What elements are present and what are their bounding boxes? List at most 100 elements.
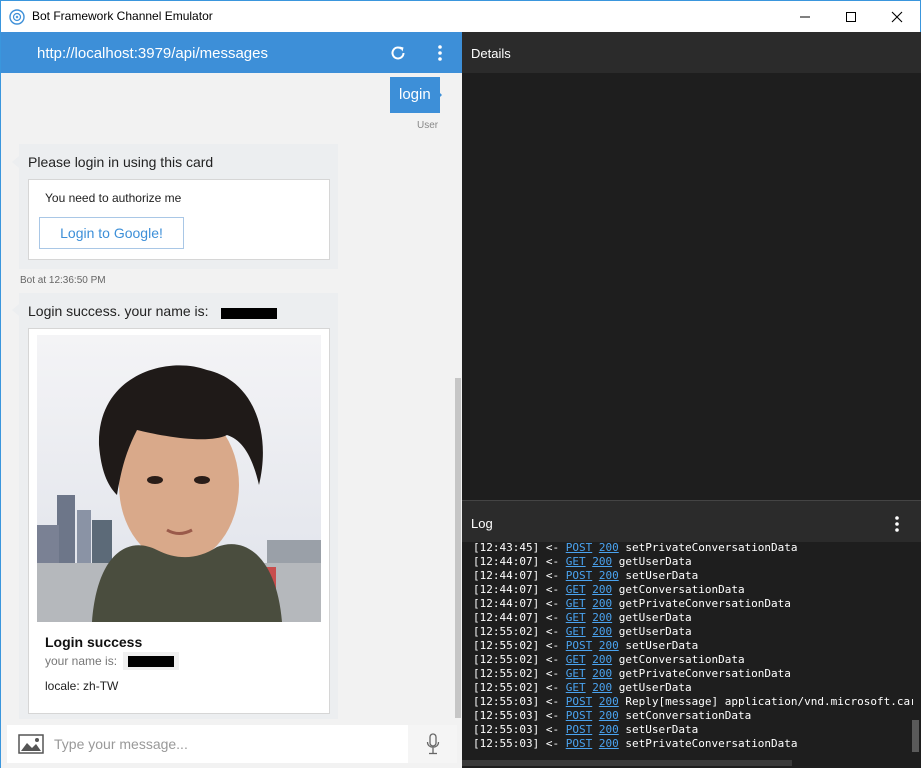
log-direction: <- <box>539 625 566 638</box>
log-text: setConversationData <box>625 709 752 722</box>
bot-message-bubble[interactable]: Login success. your name is: Login succe… <box>19 293 338 723</box>
log-method-link[interactable]: POST <box>566 639 593 652</box>
log-status-link[interactable]: 200 <box>599 737 619 750</box>
log-direction: <- <box>539 737 566 750</box>
log-method-link[interactable]: POST <box>566 569 593 582</box>
log-entry: [12:44:07] <- GET 200 getConversationDat… <box>473 583 913 597</box>
log-time: [12:55:03] <box>473 695 540 708</box>
profile-photo <box>37 335 321 622</box>
log-status-link[interactable]: 200 <box>599 723 619 736</box>
message-input-bar <box>1 719 462 768</box>
log-method-link[interactable]: GET <box>566 653 586 666</box>
log-status-link[interactable]: 200 <box>592 555 612 568</box>
log-direction: <- <box>539 653 566 666</box>
log-status-link[interactable]: 200 <box>592 681 612 694</box>
log-text: getConversationData <box>618 653 745 666</box>
log-entry: [12:44:07] <- GET 200 getUserData <box>473 555 913 569</box>
log-time: [12:44:07] <box>473 597 540 610</box>
log-time: [12:44:07] <box>473 583 540 596</box>
log-entry: [12:44:07] <- GET 200 getUserData <box>473 611 913 625</box>
maximize-button[interactable] <box>828 1 874 32</box>
log-method-link[interactable]: POST <box>566 695 593 708</box>
log-method-link[interactable]: POST <box>566 723 593 736</box>
log-method-link[interactable]: GET <box>566 583 586 596</box>
emulator-window: Bot Framework Channel Emulator http://lo… <box>0 0 921 768</box>
log-direction: <- <box>539 695 566 708</box>
close-button[interactable] <box>874 1 920 32</box>
close-icon <box>891 11 903 22</box>
log-status-link[interactable]: 200 <box>592 667 612 680</box>
log-text: getPrivateConversationData <box>618 667 791 680</box>
log-method-link[interactable]: GET <box>566 611 586 624</box>
log-entry: [12:44:07] <- POST 200 setUserData <box>473 569 913 583</box>
log-entry: [12:55:02] <- POST 200 setUserData <box>473 639 913 653</box>
details-header: Details <box>462 32 921 73</box>
log-method-link[interactable]: GET <box>566 597 586 610</box>
chat-pane: http://localhost:3979/api/messages login… <box>1 32 462 768</box>
user-message-bubble[interactable]: login <box>390 77 440 113</box>
details-title: Details <box>471 46 511 61</box>
log-time: [12:44:07] <box>473 555 540 568</box>
log-status-link[interactable]: 200 <box>592 611 612 624</box>
log-status-link[interactable]: 200 <box>599 541 619 554</box>
log-text: getUserData <box>618 681 692 694</box>
bot-message-bubble[interactable]: Please login in using this card You need… <box>19 144 338 269</box>
title-bar: Bot Framework Channel Emulator <box>1 1 920 32</box>
log-time: [12:55:03] <box>473 737 540 750</box>
log-method-link[interactable]: POST <box>566 737 593 750</box>
log-status-link[interactable]: 200 <box>599 695 619 708</box>
chat-scrollbar-thumb[interactable] <box>455 378 461 718</box>
log-direction: <- <box>539 723 566 736</box>
image-icon[interactable] <box>18 734 44 754</box>
chat-scrollbar[interactable] <box>453 73 462 719</box>
log-entry: [12:43:45] <- POST 200 setPrivateConvers… <box>473 541 913 555</box>
bot-message-text: Please login in using this card <box>28 154 214 170</box>
microphone-button[interactable] <box>408 725 457 763</box>
log-method-link[interactable]: GET <box>566 555 586 568</box>
log-text: Reply[message] application/vnd.microsoft… <box>625 695 913 708</box>
log-status-link[interactable]: 200 <box>599 569 619 582</box>
log-text: getConversationData <box>618 583 745 596</box>
login-google-button[interactable]: Login to Google! <box>39 217 184 249</box>
log-time: [12:55:03] <box>473 709 540 722</box>
message-input[interactable] <box>54 731 404 757</box>
bot-bubble-tail <box>12 304 19 316</box>
log-text: getUserData <box>618 555 692 568</box>
redacted-name-box <box>123 652 179 670</box>
log-entry: [12:55:03] <- POST 200 setPrivateConvers… <box>473 737 913 751</box>
log-entry: [12:55:03] <- POST 200 setConversationDa… <box>473 709 913 723</box>
bot-message-text: Login success. your name is: <box>28 303 209 319</box>
user-bubble-tail <box>435 88 442 102</box>
log-header: Log <box>462 500 921 542</box>
log-status-link[interactable]: 200 <box>592 625 612 638</box>
log-direction: <- <box>539 569 566 582</box>
log-status-link[interactable]: 200 <box>592 597 612 610</box>
log-entries: [12:43:45] <- POST 200 setPrivateConvers… <box>473 541 913 751</box>
redacted-name <box>128 656 174 667</box>
log-method-link[interactable]: GET <box>566 681 586 694</box>
more-vertical-icon[interactable] <box>890 515 904 533</box>
log-status-link[interactable]: 200 <box>592 653 612 666</box>
log-text: getUserData <box>618 611 692 624</box>
refresh-icon[interactable] <box>389 44 407 62</box>
log-method-link[interactable]: POST <box>566 709 593 722</box>
more-vertical-icon[interactable] <box>433 44 447 62</box>
log-direction: <- <box>539 639 566 652</box>
log-method-link[interactable]: POST <box>566 541 593 554</box>
log-status-link[interactable]: 200 <box>599 709 619 722</box>
log-method-link[interactable]: GET <box>566 625 586 638</box>
log-scrollbar-horizontal[interactable] <box>462 760 792 766</box>
details-pane: Details <box>462 32 921 500</box>
endpoint-address[interactable]: http://localhost:3979/api/messages <box>37 45 268 62</box>
log-direction: <- <box>539 555 566 568</box>
log-method-link[interactable]: GET <box>566 667 586 680</box>
log-entry: [12:55:03] <- POST 200 Reply[message] ap… <box>473 695 913 709</box>
message-input-container <box>7 725 457 763</box>
log-entry: [12:55:02] <- GET 200 getPrivateConversa… <box>473 667 913 681</box>
hero-card: Login success your name is: locale: zh-T… <box>28 328 330 714</box>
log-scrollbar-vertical[interactable] <box>912 720 919 752</box>
maximize-icon <box>846 11 856 22</box>
minimize-button[interactable] <box>782 1 828 32</box>
log-status-link[interactable]: 200 <box>592 583 612 596</box>
log-status-link[interactable]: 200 <box>599 639 619 652</box>
